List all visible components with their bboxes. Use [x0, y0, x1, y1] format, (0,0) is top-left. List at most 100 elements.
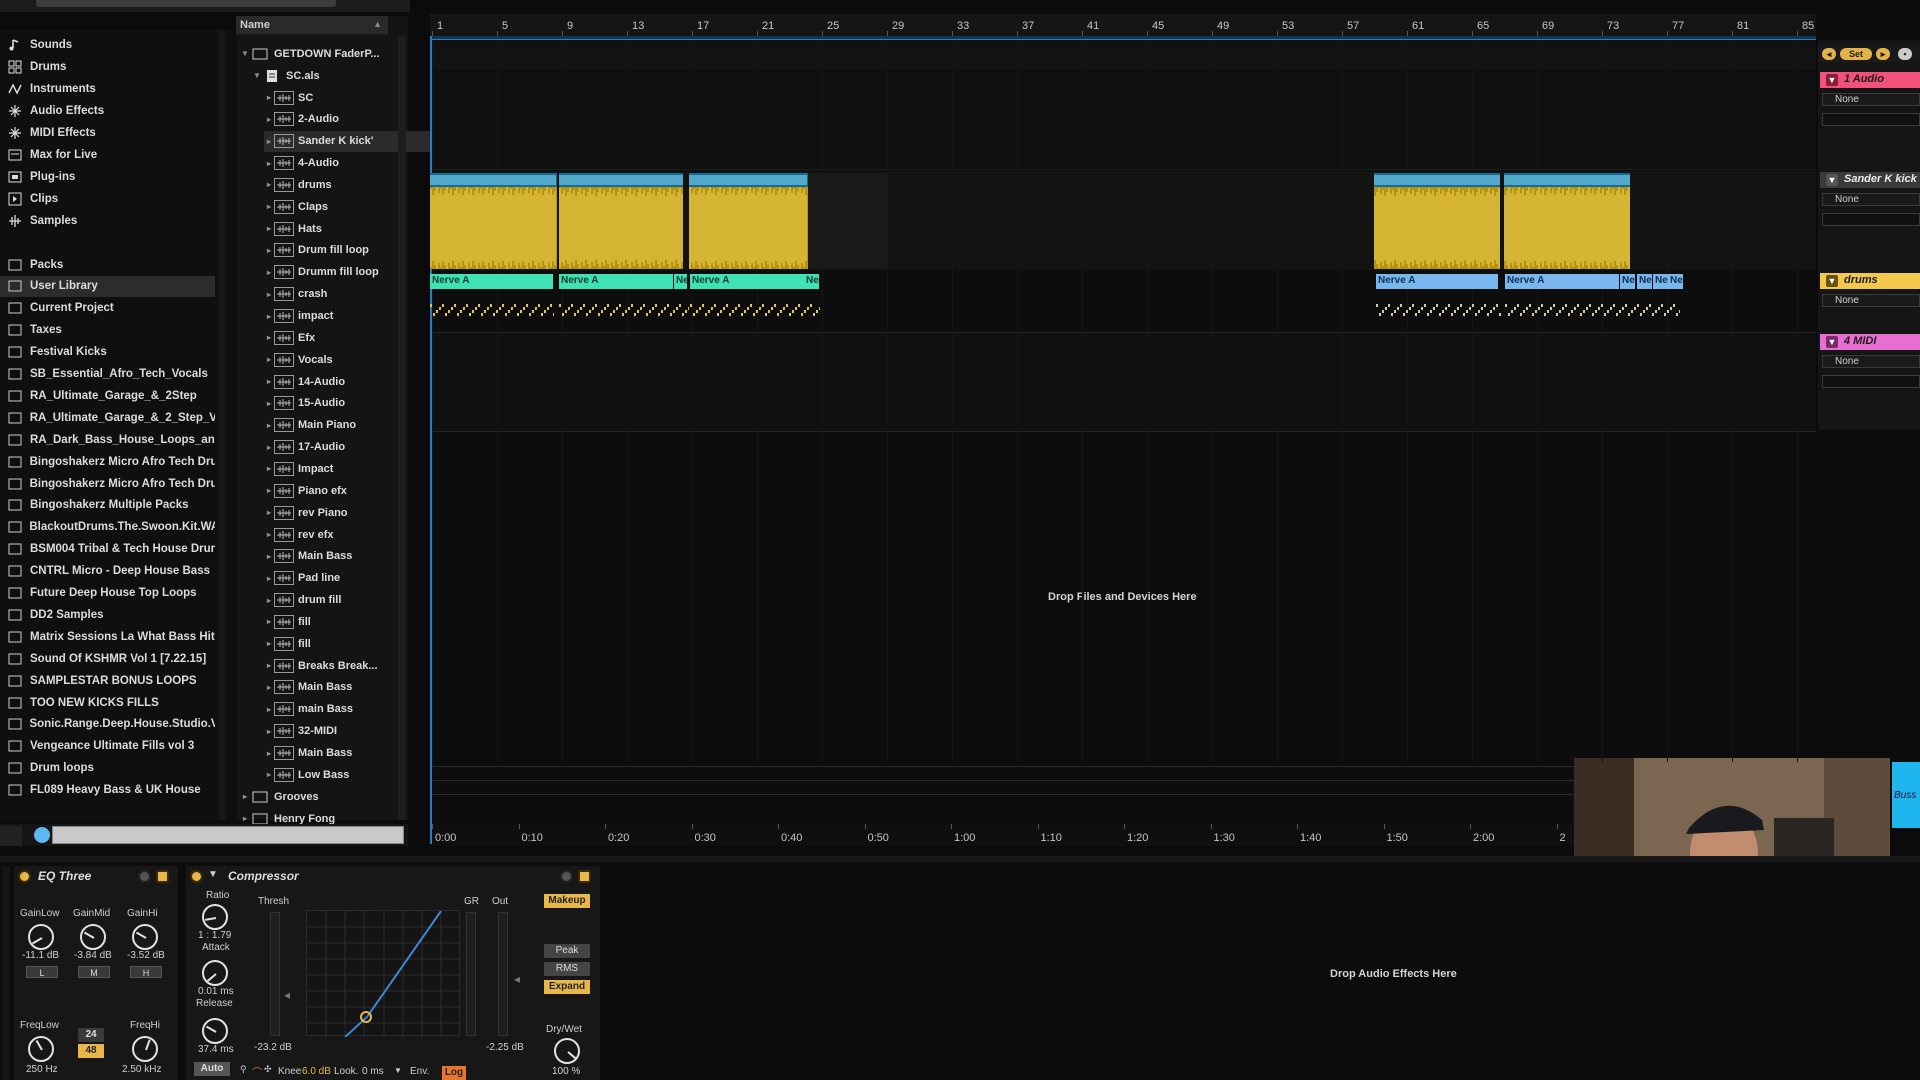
place-item[interactable]: Current Project	[0, 298, 215, 319]
mid-kill-button[interactable]: M	[78, 966, 110, 978]
place-item[interactable]: Future Deep House Top Loops	[0, 583, 215, 604]
hot-swap-icon[interactable]	[138, 870, 151, 883]
place-item[interactable]: TOO NEW KICKS FILLS	[0, 692, 215, 713]
audio-clip[interactable]	[689, 173, 808, 269]
slope-24-button[interactable]: 24	[78, 1028, 104, 1042]
place-item[interactable]: Sonic.Range.Deep.House.Studio.V	[0, 714, 215, 735]
track-item[interactable]: ▸ drum fill	[264, 590, 434, 611]
rms-button[interactable]: RMS	[544, 962, 590, 976]
midi-clip[interactable]: Ne	[674, 274, 688, 289]
track-lane-4-midi[interactable]	[430, 332, 1816, 432]
gain-hi-knob[interactable]	[132, 924, 158, 950]
chevron-right-icon[interactable]: ▸	[264, 464, 274, 473]
midi-clip[interactable]: Nerve A	[1505, 274, 1620, 289]
place-item[interactable]: Sound Of KSHMR Vol 1 [7.22.15]	[0, 648, 215, 669]
track-item[interactable]: ▸ main Bass	[264, 699, 434, 720]
fold-icon[interactable]: ▼	[1826, 74, 1838, 86]
track-item[interactable]: ▸ drums	[264, 174, 434, 195]
place-item[interactable]: RA_Ultimate_Garage_&_2_Step_V	[0, 407, 215, 428]
chevron-right-icon[interactable]: ▸	[264, 246, 274, 255]
thresh-meter[interactable]	[270, 912, 280, 1036]
midi-clip[interactable]: Nerve A	[1376, 274, 1499, 289]
preview-waveform[interactable]	[52, 826, 404, 844]
chevron-right-icon[interactable]: ▸	[264, 683, 274, 692]
sidebar-item-instruments[interactable]: Instruments	[0, 78, 215, 99]
log-button[interactable]: Log	[442, 1066, 466, 1080]
chevron-right-icon[interactable]: ▸	[264, 749, 274, 758]
track-item[interactable]: ▸ 32-MIDI	[264, 721, 434, 742]
chevron-right-icon[interactable]: ▸	[264, 224, 274, 233]
chevron-right-icon[interactable]: ▸	[264, 486, 274, 495]
expand-button[interactable]: Expand	[544, 980, 590, 994]
chevron-right-icon[interactable]: ▸	[264, 355, 274, 364]
auto-release-button[interactable]: Auto	[194, 1062, 230, 1076]
track-header-1-audio[interactable]: ▼ 1 Audio	[1820, 72, 1920, 88]
out-meter[interactable]	[498, 912, 508, 1036]
audio-clip[interactable]	[559, 173, 683, 269]
gain-low-knob[interactable]	[28, 924, 54, 950]
chevron-right-icon[interactable]: ▸	[264, 770, 274, 779]
track-item[interactable]: ▸ rev Piano	[264, 502, 434, 523]
chevron-right-icon[interactable]: ▸	[264, 93, 274, 102]
hot-swap-icon[interactable]	[560, 870, 573, 883]
track-header-sander-k-kick[interactable]: ▼ Sander K kick	[1820, 172, 1920, 188]
place-item[interactable]: DD2 Samples	[0, 604, 215, 625]
place-item[interactable]: User Library	[0, 275, 215, 297]
low-kill-button[interactable]: L	[26, 966, 58, 978]
track-lane-1-audio[interactable]	[430, 72, 1816, 170]
input-channel-chooser[interactable]	[1822, 213, 1920, 226]
chevron-right-icon[interactable]: ▸	[264, 312, 274, 321]
input-type-chooser[interactable]: None	[1822, 294, 1920, 307]
mode-icon[interactable]: ✣	[264, 1064, 272, 1075]
fold-icon[interactable]: ▼	[1826, 174, 1838, 186]
place-item[interactable]: Vengeance Ultimate Fills vol 3	[0, 736, 215, 757]
place-item[interactable]: Packs	[0, 254, 215, 275]
chevron-right-icon[interactable]: ▸	[264, 399, 274, 408]
file-list-scrollbar[interactable]	[398, 36, 406, 820]
track-item[interactable]: ▸ Impact	[264, 458, 434, 479]
place-item[interactable]: RA_Dark_Bass_House_Loops_an	[0, 429, 215, 450]
out-arrow-icon[interactable]: ◂	[514, 972, 520, 986]
chevron-right-icon[interactable]: ▸	[264, 290, 274, 299]
track-item[interactable]: ▸ Sander K kick'	[264, 130, 434, 152]
preview-toggle-button[interactable]	[0, 826, 22, 846]
place-item[interactable]: Matrix Sessions La What Bass Hit	[0, 626, 215, 647]
sidebar-item-audio-effects[interactable]: Audio Effects	[0, 100, 215, 121]
audio-clip[interactable]	[430, 173, 557, 269]
track-item[interactable]: ▸ rev efx	[264, 524, 434, 545]
knee-value[interactable]: 6.0 dB	[302, 1066, 331, 1077]
next-locator-button[interactable]: ▸	[1876, 48, 1890, 60]
sidebar-item-clips[interactable]: Clips	[0, 188, 215, 209]
slope-48-button[interactable]: 48	[78, 1044, 104, 1058]
input-channel-chooser[interactable]	[1822, 375, 1920, 388]
thresh-arrow-icon[interactable]: ◂	[284, 988, 290, 1002]
preview-headphones-icon[interactable]	[34, 827, 50, 843]
eq-power-button[interactable]	[18, 870, 31, 883]
midi-clip[interactable]: Ne	[1653, 274, 1669, 289]
lookahead-value[interactable]: 0 ms	[362, 1066, 384, 1077]
sidebar-item-samples[interactable]: Samples	[0, 210, 215, 231]
sidebar-item-max-for-live[interactable]: Max for Live	[0, 144, 215, 165]
chevron-down-icon[interactable]: ▼	[394, 1066, 402, 1075]
track-item[interactable]: ▸ crash	[264, 284, 434, 305]
loop-brace[interactable]	[430, 36, 1816, 40]
gain-mid-knob[interactable]	[80, 924, 106, 950]
chevron-right-icon[interactable]: ▸	[264, 115, 274, 124]
track-item[interactable]: ▸ 14-Audio	[264, 371, 434, 392]
chevron-right-icon[interactable]: ▸	[264, 443, 274, 452]
chevron-right-icon[interactable]: ▸	[240, 814, 250, 823]
drywet-knob[interactable]	[554, 1038, 580, 1064]
track-item[interactable]: ▸ Main Bass	[264, 546, 434, 567]
freq-hi-knob[interactable]	[132, 1036, 158, 1062]
chevron-right-icon[interactable]: ▸	[264, 180, 274, 189]
place-item[interactable]: SAMPLESTAR BONUS LOOPS	[0, 670, 215, 691]
place-item[interactable]: SB_Essential_Afro_Tech_Vocals	[0, 364, 215, 385]
chevron-right-icon[interactable]: ▸	[240, 792, 250, 801]
place-item[interactable]: Festival Kicks	[0, 342, 215, 363]
track-item[interactable]: ▸ 15-Audio	[264, 393, 434, 414]
chevron-right-icon[interactable]: ▸	[264, 377, 274, 386]
chevron-right-icon[interactable]: ▸	[264, 552, 274, 561]
track-item[interactable]: ▸ fill	[264, 611, 434, 632]
set-file-item[interactable]: ▼ SC.als	[252, 65, 422, 86]
track-header-drums[interactable]: ▼ drums	[1820, 273, 1920, 289]
